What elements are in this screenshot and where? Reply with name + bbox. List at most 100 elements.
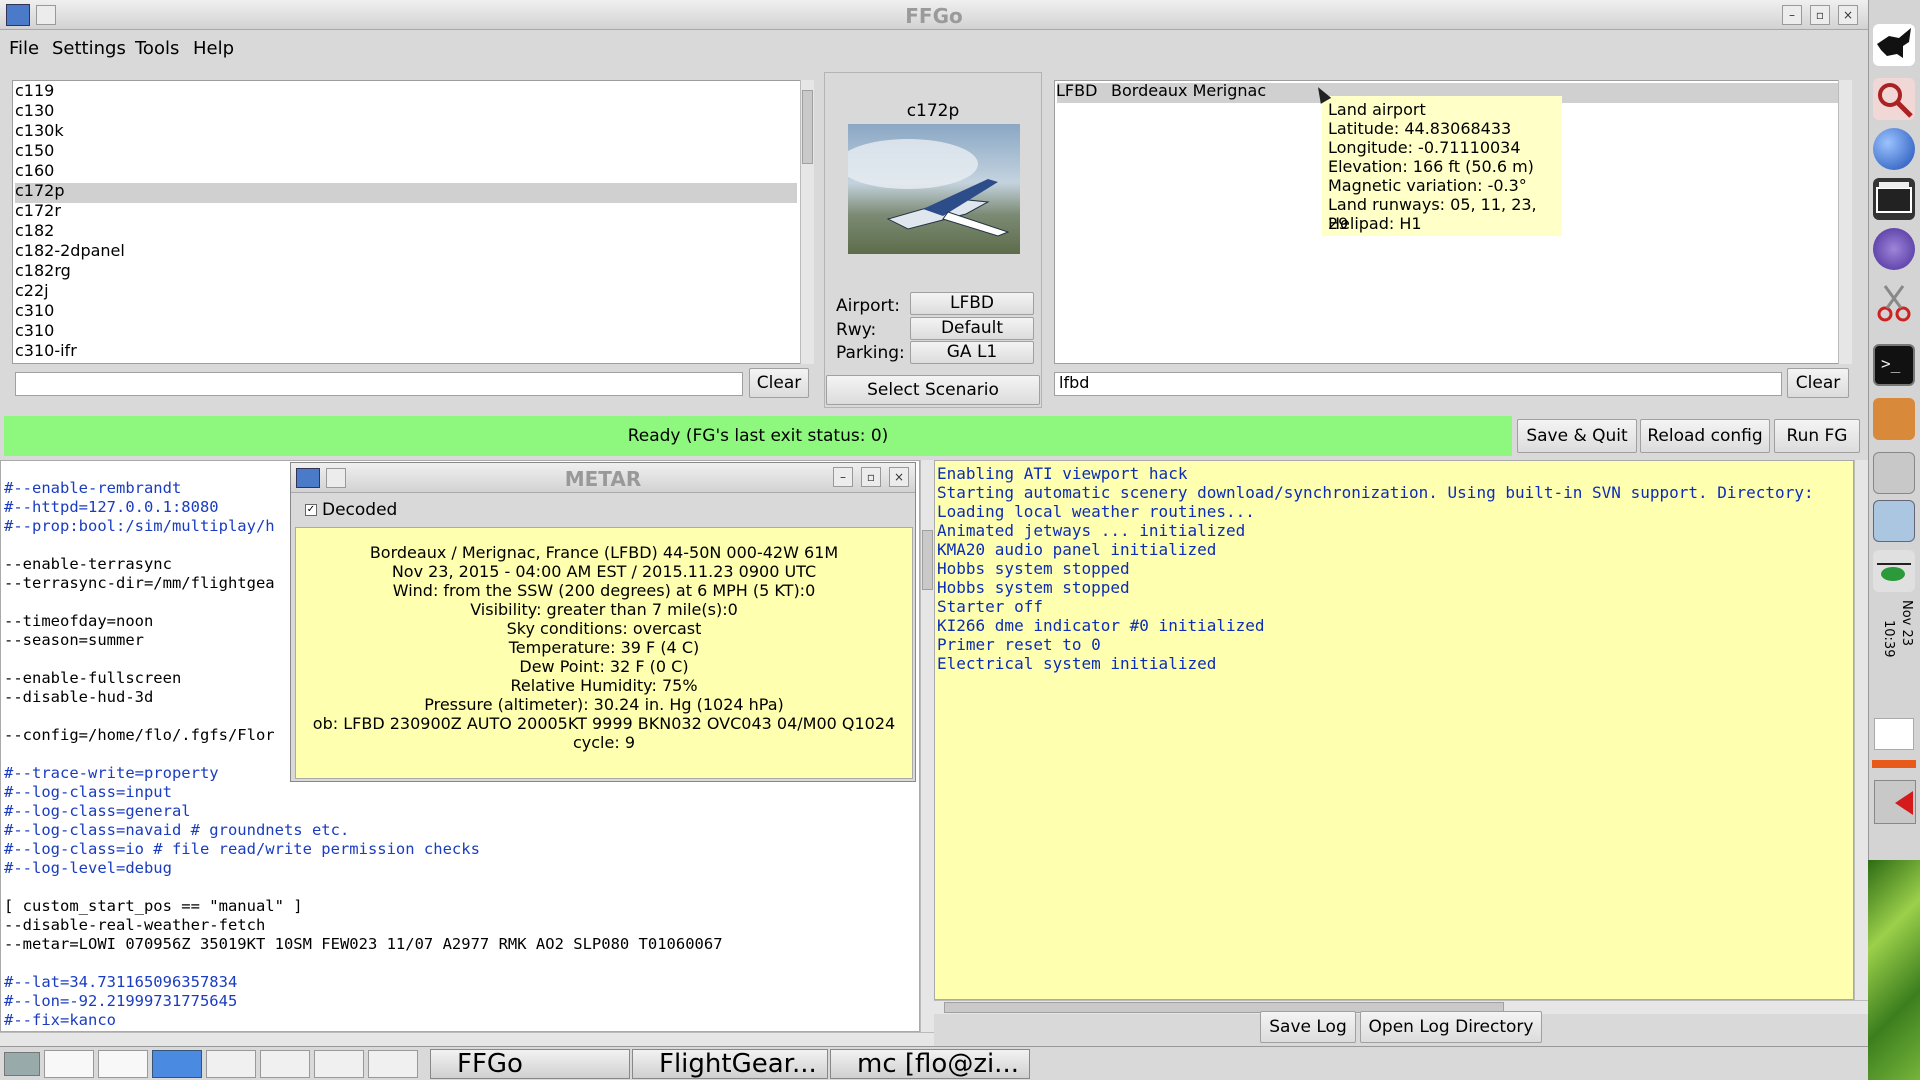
config-scrollbar[interactable]: [920, 460, 934, 1032]
scissors-icon[interactable]: [1873, 282, 1915, 324]
close-icon[interactable]: ×: [1838, 5, 1858, 25]
menu-help[interactable]: Help: [193, 38, 234, 59]
metar-line: Relative Humidity: 75%: [510, 676, 698, 695]
emacs-icon[interactable]: [1873, 228, 1915, 270]
browser-icon[interactable]: [1873, 128, 1915, 170]
aircraft-list[interactable]: [12, 80, 813, 364]
open-log-directory-button[interactable]: Open Log Directory: [1360, 1011, 1542, 1043]
config-line: #--log-level=debug: [4, 859, 172, 877]
taskbar-desktop-4[interactable]: [206, 1050, 256, 1078]
runway-button[interactable]: Default: [910, 317, 1034, 340]
aircraft-list-item[interactable]: c310: [15, 321, 54, 341]
taskbar-desktop-6[interactable]: [314, 1050, 364, 1078]
airport-row-icao[interactable]: LFBD: [1056, 81, 1097, 100]
airport-filter-input[interactable]: lfbd: [1054, 372, 1782, 396]
log-line: Hobbs system stopped: [937, 559, 1130, 578]
taskbar-item-ffgo[interactable]: FFGo: [430, 1049, 630, 1079]
config-hscrollbar[interactable]: [0, 1032, 934, 1046]
menu-tools[interactable]: Tools: [135, 38, 179, 59]
window-title: FFGo: [905, 4, 963, 28]
decoded-checkbox[interactable]: ✓: [305, 504, 317, 516]
parking-button[interactable]: GA L1: [910, 341, 1034, 364]
aircraft-list-item[interactable]: c182-2dpanel: [15, 241, 125, 261]
run-fg-button[interactable]: Run FG: [1774, 419, 1860, 453]
metar-line: Pressure (altimeter): 30.24 in. Hg (1024…: [424, 695, 784, 714]
config-line: --disable-real-weather-fetch: [4, 916, 266, 934]
reload-config-button[interactable]: Reload config: [1640, 419, 1770, 453]
aircraft-list-item[interactable]: c310: [15, 301, 54, 321]
aircraft-list-scrollbar[interactable]: [800, 80, 814, 364]
drive-icon[interactable]: [1873, 452, 1915, 494]
metar-close-icon[interactable]: ×: [889, 467, 909, 487]
aircraft-list-item[interactable]: c130: [15, 101, 54, 121]
log-scrollbar[interactable]: [1854, 460, 1868, 1000]
terminal-icon[interactable]: >_: [1873, 344, 1915, 386]
tooltip-line: Magnetic variation: -0.3°: [1328, 176, 1527, 195]
exit-icon[interactable]: [1874, 780, 1916, 824]
metar-minimize-icon[interactable]: –: [833, 467, 853, 487]
aircraft-list-item[interactable]: c172p: [15, 181, 65, 201]
aircraft-filter-input[interactable]: [15, 372, 743, 396]
decoded-label: Decoded: [322, 500, 398, 520]
config-line: --season=summer: [4, 631, 144, 649]
tooltip-line: Helipad: H1: [1328, 214, 1422, 233]
config-line: #--lon=-92.21999731775645: [4, 992, 238, 1010]
taskbar-launcher-icon[interactable]: [4, 1052, 40, 1076]
tooltip-line: Land runways: 05, 11, 23, 29: [1328, 195, 1537, 233]
aircraft-clear-button[interactable]: Clear: [749, 368, 809, 398]
aircraft-list-item[interactable]: c310-ifr: [15, 341, 77, 361]
menu-settings[interactable]: Settings: [52, 38, 126, 59]
helicopter-icon[interactable]: [1873, 550, 1915, 592]
metar-text: Bordeaux / Merignac, France (LFBD) 44-50…: [295, 527, 913, 779]
maximize-icon[interactable]: ▫: [1810, 5, 1830, 25]
airport-list-scrollbar[interactable]: [1838, 80, 1852, 364]
config-line: #--httpd=127.0.0.1:8080: [4, 498, 219, 516]
menu-file[interactable]: File: [9, 38, 39, 59]
dog-icon[interactable]: [1873, 24, 1915, 66]
airport-clear-button[interactable]: Clear: [1787, 368, 1849, 398]
aircraft-list-item[interactable]: c130k: [15, 121, 64, 141]
minimize-icon[interactable]: –: [1782, 5, 1802, 25]
dock-widget: [1874, 718, 1914, 750]
config-line: #--log-class=input: [4, 783, 172, 801]
window-titlebar: FFGo – ▫ ×: [0, 0, 1868, 30]
airport-row-name[interactable]: Bordeaux Merignac: [1111, 81, 1266, 100]
taskbar-desktop-1[interactable]: [44, 1050, 94, 1078]
metar-line: Dew Point: 32 F (0 C): [519, 657, 689, 676]
taskbar-item-mc[interactable]: mc [flo@zi...: [830, 1049, 1030, 1079]
taskbar-desktop-3[interactable]: [152, 1050, 202, 1078]
aircraft-thumbnail: [848, 124, 1020, 254]
config-line: --metar=LOWI 070956Z 35019KT 10SM FEW023…: [4, 935, 723, 953]
airport-button[interactable]: LFBD: [910, 292, 1034, 315]
aircraft-list-item[interactable]: c182rg: [15, 261, 71, 281]
config-line: --enable-terrasync: [4, 555, 172, 573]
archive-icon[interactable]: [1873, 500, 1915, 542]
log-line: Hobbs system stopped: [937, 578, 1130, 597]
config-line: --timeofday=noon: [4, 612, 154, 630]
metar-line: ob: LFBD 230900Z AUTO 20005KT 9999 BKN03…: [312, 714, 896, 733]
taskbar-desktop-5[interactable]: [260, 1050, 310, 1078]
aircraft-list-item[interactable]: c182: [15, 221, 54, 241]
search-tool-icon[interactable]: [1873, 78, 1915, 120]
taskbar-item-flightgear[interactable]: FlightGear...: [632, 1049, 828, 1079]
clock-date: Nov 23: [1899, 600, 1914, 647]
video-icon[interactable]: [1873, 178, 1915, 220]
selected-row-highlight: [15, 183, 797, 203]
save-log-button[interactable]: Save Log: [1260, 1011, 1356, 1043]
taskbar-desktop-2[interactable]: [98, 1050, 148, 1078]
aircraft-list-item[interactable]: c22j: [15, 281, 49, 301]
aircraft-list-item[interactable]: c172r: [15, 201, 61, 221]
metar-maximize-icon[interactable]: ▫: [861, 467, 881, 487]
log-line: Electrical system initialized: [937, 654, 1217, 673]
save-quit-button[interactable]: Save & Quit: [1517, 419, 1637, 453]
status-text: Ready (FG's last exit status: 0): [627, 426, 889, 446]
log-line: KMA20 audio panel initialized: [937, 540, 1217, 559]
tooltip-line: Elevation: 166 ft (50.6 m): [1328, 157, 1534, 176]
aircraft-list-item[interactable]: c150: [15, 141, 54, 161]
file-cabinet-icon[interactable]: [1873, 398, 1915, 440]
aircraft-list-item[interactable]: c160: [15, 161, 54, 181]
config-line: --enable-fullscreen: [4, 669, 182, 687]
select-scenario-button[interactable]: Select Scenario: [826, 375, 1040, 405]
aircraft-list-item[interactable]: c119: [15, 81, 54, 101]
taskbar-desktop-7[interactable]: [368, 1050, 418, 1078]
